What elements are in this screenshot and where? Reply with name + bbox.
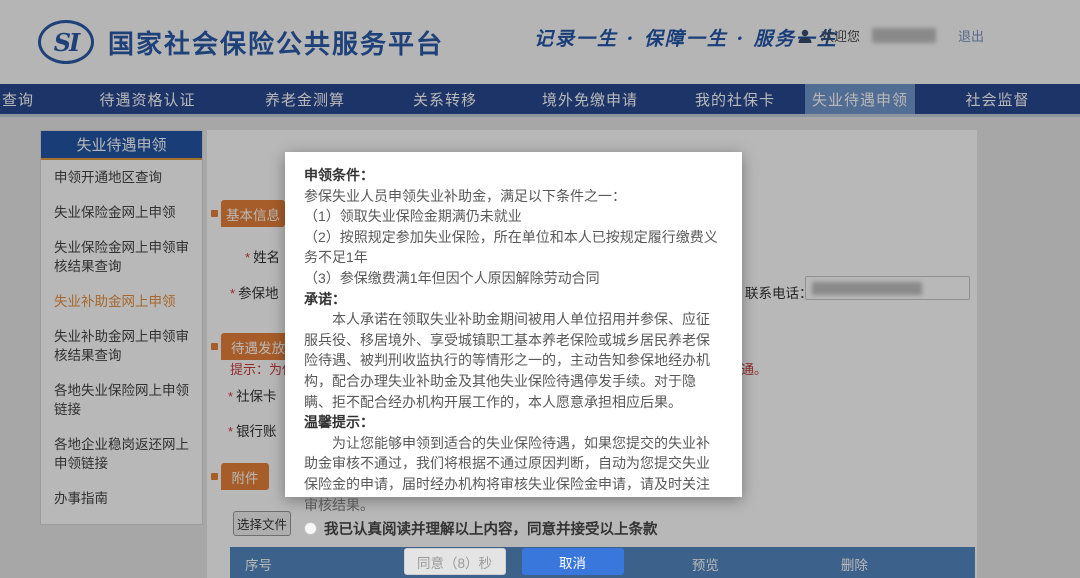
agree-checkbox-row[interactable]: 我已认真阅读并理解以上内容，同意并接受以上条款 (304, 518, 723, 539)
condition-3: （3）参保缴费满1年但因个人原因解除劳动合同 (304, 268, 723, 289)
condition-2: （2）按照规定参加失业保险，所在单位和本人已按规定履行缴费义务不足1年 (304, 227, 723, 268)
terms-modal: 申领条件： 参保失业人员申领失业补助金，满足以下条件之一： （1）领取失业保险金… (285, 152, 742, 497)
conditions-title: 申领条件： (304, 165, 723, 186)
conditions-intro: 参保失业人员申领失业补助金，满足以下条件之一： (304, 186, 723, 207)
agree-countdown-button[interactable]: 同意（8）秒 (404, 548, 506, 575)
promise-title: 承诺： (304, 289, 723, 310)
cancel-button[interactable]: 取消 (522, 548, 624, 575)
condition-1: （1）领取失业保险金期满仍未就业 (304, 206, 723, 227)
tips-body: 为让您能够申领到适合的失业保险待遇，如果您提交的失业补助金审核不通过，我们将根据… (304, 433, 723, 515)
modal-buttons: 同意（8）秒 取消 (304, 548, 723, 575)
promise-body: 本人承诺在领取失业补助金期间被用人单位招用并参保、应征服兵役、移居境外、享受城镇… (304, 309, 723, 412)
agree-checkbox-label: 我已认真阅读并理解以上内容，同意并接受以上条款 (324, 518, 658, 539)
agree-checkbox[interactable] (304, 522, 317, 535)
tips-title: 温馨提示： (304, 412, 723, 433)
